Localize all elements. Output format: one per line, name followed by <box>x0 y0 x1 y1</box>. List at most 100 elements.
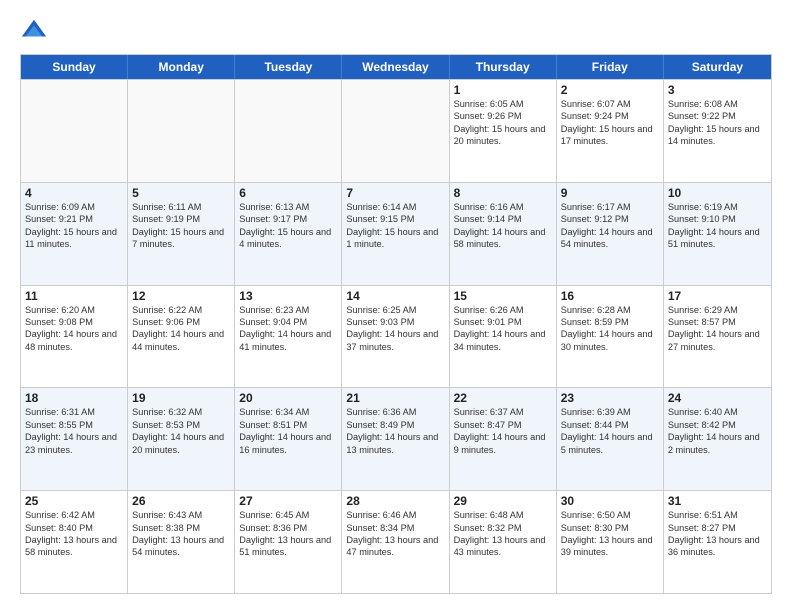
cal-cell-day-17: 17Sunrise: 6:29 AM Sunset: 8:57 PM Dayli… <box>664 286 771 388</box>
day-info-7: Sunrise: 6:14 AM Sunset: 9:15 PM Dayligh… <box>346 201 444 251</box>
calendar-header-row: SundayMondayTuesdayWednesdayThursdayFrid… <box>21 55 771 79</box>
cal-cell-empty <box>21 80 128 182</box>
page: SundayMondayTuesdayWednesdayThursdayFrid… <box>0 0 792 612</box>
cal-header-saturday: Saturday <box>664 55 771 79</box>
day-number-11: 11 <box>25 289 123 303</box>
cal-cell-day-14: 14Sunrise: 6:25 AM Sunset: 9:03 PM Dayli… <box>342 286 449 388</box>
cal-cell-day-15: 15Sunrise: 6:26 AM Sunset: 9:01 PM Dayli… <box>450 286 557 388</box>
day-info-22: Sunrise: 6:37 AM Sunset: 8:47 PM Dayligh… <box>454 406 552 456</box>
day-number-22: 22 <box>454 391 552 405</box>
day-info-3: Sunrise: 6:08 AM Sunset: 9:22 PM Dayligh… <box>668 98 767 148</box>
day-number-30: 30 <box>561 494 659 508</box>
cal-header-monday: Monday <box>128 55 235 79</box>
cal-cell-empty <box>342 80 449 182</box>
day-info-12: Sunrise: 6:22 AM Sunset: 9:06 PM Dayligh… <box>132 304 230 354</box>
day-number-27: 27 <box>239 494 337 508</box>
day-info-21: Sunrise: 6:36 AM Sunset: 8:49 PM Dayligh… <box>346 406 444 456</box>
cal-cell-day-11: 11Sunrise: 6:20 AM Sunset: 9:08 PM Dayli… <box>21 286 128 388</box>
day-number-19: 19 <box>132 391 230 405</box>
cal-cell-empty <box>128 80 235 182</box>
day-number-6: 6 <box>239 186 337 200</box>
day-number-8: 8 <box>454 186 552 200</box>
cal-cell-day-18: 18Sunrise: 6:31 AM Sunset: 8:55 PM Dayli… <box>21 388 128 490</box>
day-info-10: Sunrise: 6:19 AM Sunset: 9:10 PM Dayligh… <box>668 201 767 251</box>
day-info-25: Sunrise: 6:42 AM Sunset: 8:40 PM Dayligh… <box>25 509 123 559</box>
day-info-15: Sunrise: 6:26 AM Sunset: 9:01 PM Dayligh… <box>454 304 552 354</box>
day-number-4: 4 <box>25 186 123 200</box>
day-info-13: Sunrise: 6:23 AM Sunset: 9:04 PM Dayligh… <box>239 304 337 354</box>
cal-cell-day-22: 22Sunrise: 6:37 AM Sunset: 8:47 PM Dayli… <box>450 388 557 490</box>
day-info-28: Sunrise: 6:46 AM Sunset: 8:34 PM Dayligh… <box>346 509 444 559</box>
cal-cell-day-31: 31Sunrise: 6:51 AM Sunset: 8:27 PM Dayli… <box>664 491 771 593</box>
day-info-29: Sunrise: 6:48 AM Sunset: 8:32 PM Dayligh… <box>454 509 552 559</box>
cal-header-friday: Friday <box>557 55 664 79</box>
day-info-8: Sunrise: 6:16 AM Sunset: 9:14 PM Dayligh… <box>454 201 552 251</box>
day-info-27: Sunrise: 6:45 AM Sunset: 8:36 PM Dayligh… <box>239 509 337 559</box>
cal-cell-day-28: 28Sunrise: 6:46 AM Sunset: 8:34 PM Dayli… <box>342 491 449 593</box>
header <box>20 16 772 44</box>
cal-cell-day-2: 2Sunrise: 6:07 AM Sunset: 9:24 PM Daylig… <box>557 80 664 182</box>
cal-header-thursday: Thursday <box>450 55 557 79</box>
cal-cell-day-21: 21Sunrise: 6:36 AM Sunset: 8:49 PM Dayli… <box>342 388 449 490</box>
cal-cell-day-29: 29Sunrise: 6:48 AM Sunset: 8:32 PM Dayli… <box>450 491 557 593</box>
cal-cell-day-30: 30Sunrise: 6:50 AM Sunset: 8:30 PM Dayli… <box>557 491 664 593</box>
day-number-31: 31 <box>668 494 767 508</box>
day-number-3: 3 <box>668 83 767 97</box>
calendar-body: 1Sunrise: 6:05 AM Sunset: 9:26 PM Daylig… <box>21 79 771 593</box>
cal-cell-day-20: 20Sunrise: 6:34 AM Sunset: 8:51 PM Dayli… <box>235 388 342 490</box>
cal-cell-day-7: 7Sunrise: 6:14 AM Sunset: 9:15 PM Daylig… <box>342 183 449 285</box>
day-number-14: 14 <box>346 289 444 303</box>
cal-cell-day-24: 24Sunrise: 6:40 AM Sunset: 8:42 PM Dayli… <box>664 388 771 490</box>
day-info-19: Sunrise: 6:32 AM Sunset: 8:53 PM Dayligh… <box>132 406 230 456</box>
day-number-24: 24 <box>668 391 767 405</box>
cal-cell-day-4: 4Sunrise: 6:09 AM Sunset: 9:21 PM Daylig… <box>21 183 128 285</box>
cal-cell-day-23: 23Sunrise: 6:39 AM Sunset: 8:44 PM Dayli… <box>557 388 664 490</box>
day-info-11: Sunrise: 6:20 AM Sunset: 9:08 PM Dayligh… <box>25 304 123 354</box>
day-info-18: Sunrise: 6:31 AM Sunset: 8:55 PM Dayligh… <box>25 406 123 456</box>
day-number-2: 2 <box>561 83 659 97</box>
day-info-4: Sunrise: 6:09 AM Sunset: 9:21 PM Dayligh… <box>25 201 123 251</box>
day-info-30: Sunrise: 6:50 AM Sunset: 8:30 PM Dayligh… <box>561 509 659 559</box>
day-number-21: 21 <box>346 391 444 405</box>
cal-cell-day-12: 12Sunrise: 6:22 AM Sunset: 9:06 PM Dayli… <box>128 286 235 388</box>
cal-header-sunday: Sunday <box>21 55 128 79</box>
cal-header-wednesday: Wednesday <box>342 55 449 79</box>
day-info-9: Sunrise: 6:17 AM Sunset: 9:12 PM Dayligh… <box>561 201 659 251</box>
day-number-17: 17 <box>668 289 767 303</box>
cal-row-3: 11Sunrise: 6:20 AM Sunset: 9:08 PM Dayli… <box>21 285 771 388</box>
day-number-13: 13 <box>239 289 337 303</box>
calendar: SundayMondayTuesdayWednesdayThursdayFrid… <box>20 54 772 594</box>
day-number-29: 29 <box>454 494 552 508</box>
day-info-5: Sunrise: 6:11 AM Sunset: 9:19 PM Dayligh… <box>132 201 230 251</box>
cal-cell-day-1: 1Sunrise: 6:05 AM Sunset: 9:26 PM Daylig… <box>450 80 557 182</box>
day-number-12: 12 <box>132 289 230 303</box>
logo-icon <box>20 16 48 44</box>
cal-row-5: 25Sunrise: 6:42 AM Sunset: 8:40 PM Dayli… <box>21 490 771 593</box>
cal-cell-day-19: 19Sunrise: 6:32 AM Sunset: 8:53 PM Dayli… <box>128 388 235 490</box>
cal-cell-empty <box>235 80 342 182</box>
cal-cell-day-8: 8Sunrise: 6:16 AM Sunset: 9:14 PM Daylig… <box>450 183 557 285</box>
day-info-6: Sunrise: 6:13 AM Sunset: 9:17 PM Dayligh… <box>239 201 337 251</box>
day-number-25: 25 <box>25 494 123 508</box>
day-number-18: 18 <box>25 391 123 405</box>
cal-cell-day-6: 6Sunrise: 6:13 AM Sunset: 9:17 PM Daylig… <box>235 183 342 285</box>
day-info-17: Sunrise: 6:29 AM Sunset: 8:57 PM Dayligh… <box>668 304 767 354</box>
cal-cell-day-9: 9Sunrise: 6:17 AM Sunset: 9:12 PM Daylig… <box>557 183 664 285</box>
cal-row-1: 1Sunrise: 6:05 AM Sunset: 9:26 PM Daylig… <box>21 79 771 182</box>
day-info-14: Sunrise: 6:25 AM Sunset: 9:03 PM Dayligh… <box>346 304 444 354</box>
day-number-9: 9 <box>561 186 659 200</box>
day-number-26: 26 <box>132 494 230 508</box>
cal-cell-day-10: 10Sunrise: 6:19 AM Sunset: 9:10 PM Dayli… <box>664 183 771 285</box>
day-number-23: 23 <box>561 391 659 405</box>
day-info-24: Sunrise: 6:40 AM Sunset: 8:42 PM Dayligh… <box>668 406 767 456</box>
day-info-23: Sunrise: 6:39 AM Sunset: 8:44 PM Dayligh… <box>561 406 659 456</box>
cal-cell-day-27: 27Sunrise: 6:45 AM Sunset: 8:36 PM Dayli… <box>235 491 342 593</box>
day-info-1: Sunrise: 6:05 AM Sunset: 9:26 PM Dayligh… <box>454 98 552 148</box>
day-number-28: 28 <box>346 494 444 508</box>
day-info-2: Sunrise: 6:07 AM Sunset: 9:24 PM Dayligh… <box>561 98 659 148</box>
cal-cell-day-5: 5Sunrise: 6:11 AM Sunset: 9:19 PM Daylig… <box>128 183 235 285</box>
day-number-20: 20 <box>239 391 337 405</box>
day-number-15: 15 <box>454 289 552 303</box>
day-info-26: Sunrise: 6:43 AM Sunset: 8:38 PM Dayligh… <box>132 509 230 559</box>
day-number-10: 10 <box>668 186 767 200</box>
